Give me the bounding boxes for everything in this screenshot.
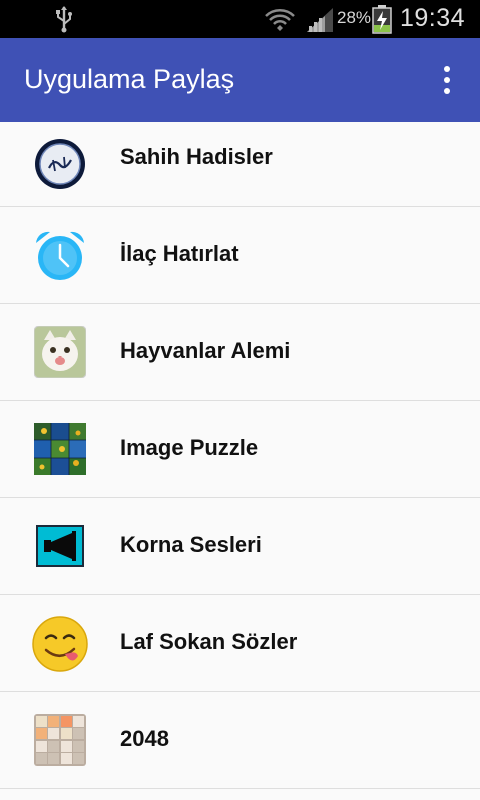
horn-icon	[36, 525, 84, 567]
list-item-label: Image Puzzle	[120, 435, 259, 460]
clock: 19:34	[400, 4, 466, 32]
kitten-photo-icon	[34, 326, 86, 378]
smiley-tongue-icon	[32, 616, 88, 672]
list-item[interactable]: Hayvanlar Alemi	[0, 304, 480, 401]
alarm-clock-icon	[36, 231, 84, 280]
more-vert-icon[interactable]	[430, 62, 464, 98]
list-item-label: Hayvanlar Alemi	[120, 338, 291, 363]
list-item[interactable]: Image Puzzle	[0, 401, 480, 498]
page-title: Uygulama Paylaş	[24, 64, 235, 94]
list-item-label: Korna Sesleri	[120, 532, 262, 557]
calligraphy-icon	[35, 139, 85, 189]
wifi-icon	[265, 9, 295, 31]
list-item-label: 2048	[120, 726, 169, 751]
app-bar: Uygulama Paylaş	[0, 38, 480, 122]
list-item-label: Laf Sokan Sözler	[120, 629, 298, 654]
list-item[interactable]: Laf Sokan Sözler	[0, 595, 480, 692]
list-item-label: İlaç Hatırlat	[120, 241, 239, 266]
2048-grid-icon	[34, 714, 86, 766]
usb-icon	[56, 6, 72, 33]
status-bar: 28% 19:34	[0, 0, 480, 38]
puzzle-photo-icon	[34, 423, 86, 475]
battery-percent: 28%	[337, 8, 372, 27]
list-item[interactable]: Sahih Hadisler	[0, 122, 480, 207]
list-item[interactable]: Korna Sesleri	[0, 498, 480, 595]
app-list: Sahih Hadisler İlaç Hatırlat Hayvanlar A…	[0, 122, 480, 789]
battery-charging-icon	[372, 5, 392, 34]
list-item-label: Sahih Hadisler	[120, 144, 273, 169]
list-item[interactable]: İlaç Hatırlat	[0, 207, 480, 304]
signal-icon	[307, 8, 333, 32]
list-item[interactable]: 2048	[0, 692, 480, 789]
